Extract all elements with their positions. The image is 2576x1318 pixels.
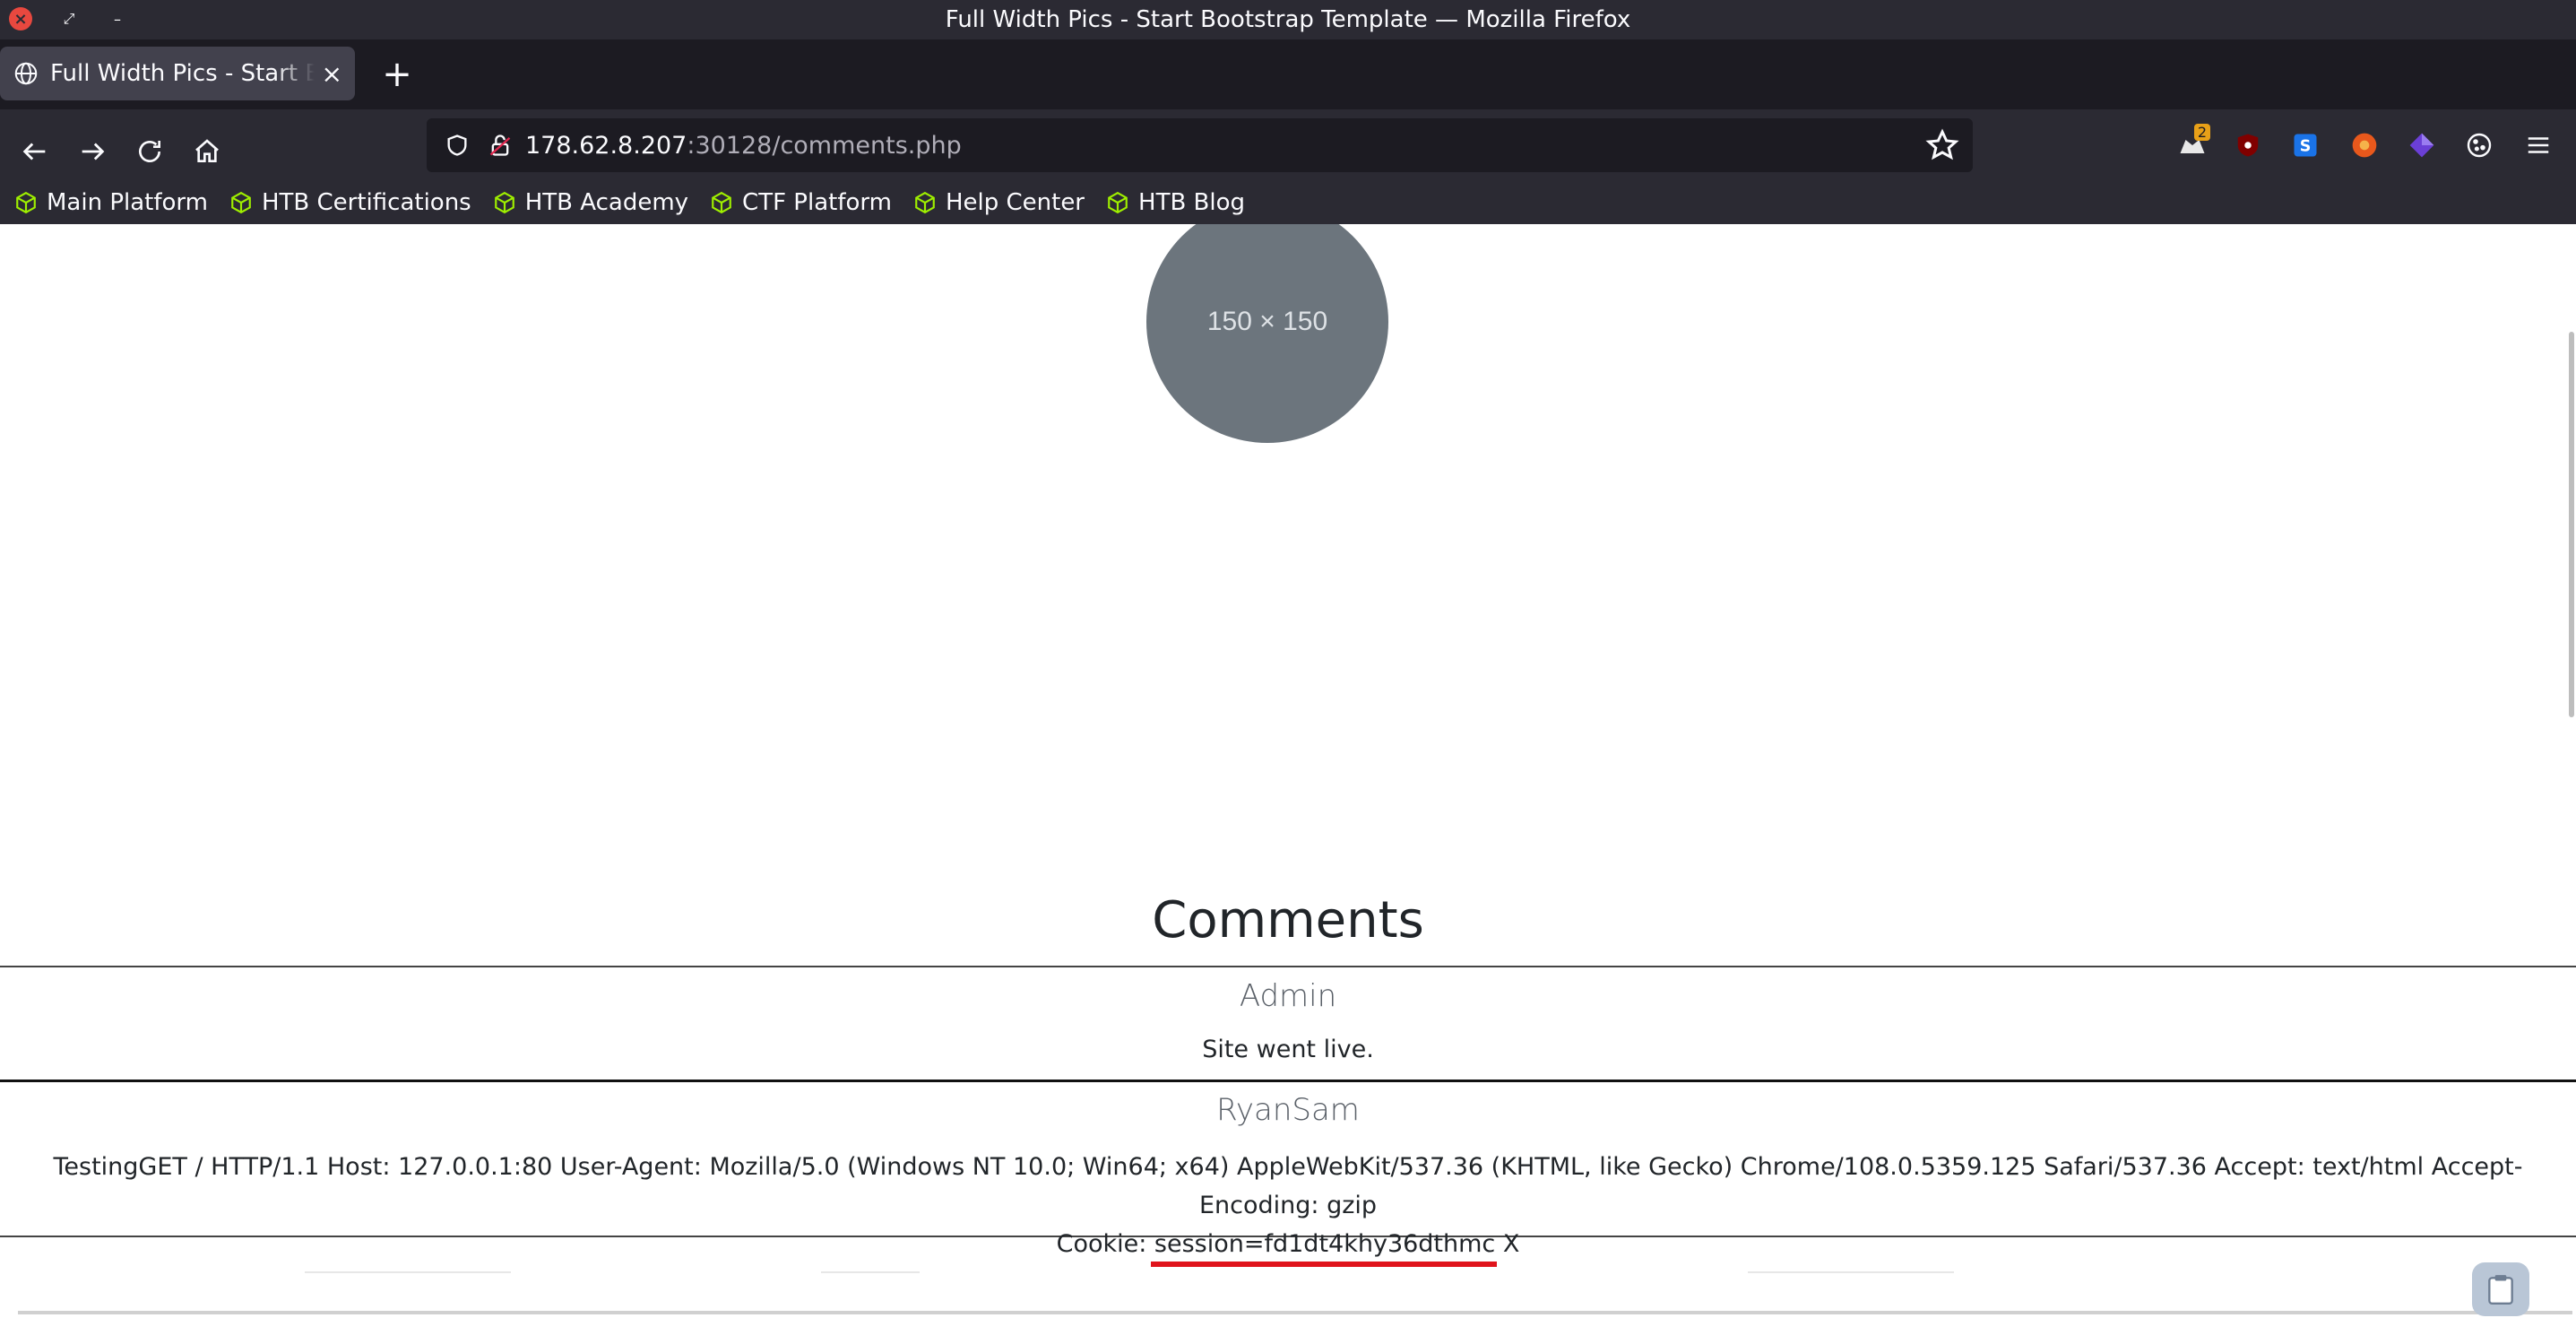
- comment-body-line: Cookie: session=fd1dt4khy36dthmc X: [2, 1225, 2574, 1263]
- bookmark-label: HTB Certifications: [261, 189, 471, 216]
- back-button[interactable]: [13, 129, 57, 174]
- faint-divider: [821, 1271, 920, 1273]
- s-badge-icon: S: [2294, 134, 2317, 157]
- window-close-button[interactable]: ×: [9, 7, 32, 30]
- comment-body: TestingGET / HTTP/1.1 Host: 127.0.0.1:80…: [0, 1148, 2576, 1263]
- window-minimize-button[interactable]: –: [106, 7, 129, 30]
- htb-cube-icon: [494, 191, 514, 214]
- window-title: Full Width Pics - Start Bootstrap Templa…: [945, 6, 1631, 33]
- window-titlebar: × ⤢ – Full Width Pics - Start Bootstrap …: [0, 0, 2576, 39]
- bookmark-htb-academy[interactable]: HTB Academy: [493, 189, 688, 216]
- bookmark-htb-blog[interactable]: HTB Blog: [1106, 189, 1245, 216]
- cube-icon: [2409, 133, 2434, 158]
- bookmark-help-center[interactable]: Help Center: [913, 189, 1085, 216]
- window-maximize-button[interactable]: ⤢: [57, 7, 81, 30]
- forward-button[interactable]: [70, 129, 115, 174]
- extension-foxyproxy-button[interactable]: 2: [2173, 124, 2212, 165]
- bookmark-star-icon[interactable]: [1924, 127, 1960, 163]
- url-host: 178.62.8.207: [525, 131, 687, 160]
- tab-bar: Full Width Pics - Start Bootstrap Templa…: [0, 39, 2576, 109]
- bookmark-htb-certifications[interactable]: HTB Certifications: [229, 189, 471, 216]
- tab-active[interactable]: Full Width Pics - Start Bootstrap Templa…: [0, 47, 355, 100]
- wappalyzer-icon: [2352, 133, 2377, 158]
- bookmark-main-platform[interactable]: Main Platform: [14, 189, 208, 216]
- extension-ublock-button[interactable]: [2228, 126, 2268, 165]
- scrollbar-track[interactable]: [18, 1311, 2572, 1314]
- htb-cube-icon: [16, 191, 36, 214]
- comment-trailing-text: X: [1495, 1230, 1520, 1258]
- avatar-placeholder-image: 150 × 150: [1146, 224, 1388, 443]
- new-tab-button[interactable]: +: [375, 52, 419, 97]
- bookmark-label: Main Platform: [47, 189, 208, 216]
- session-cookie-highlight: session=fd1dt4khy36dthmc: [1154, 1230, 1496, 1258]
- vertical-scrollbar[interactable]: [2569, 332, 2574, 717]
- comment-body-line: TestingGET / HTTP/1.1 Host: 127.0.0.1:80…: [53, 1153, 2523, 1219]
- tab-title: Full Width Pics - Start Bootstrap Templa…: [50, 60, 315, 87]
- comment-author: RyanSam: [1216, 1092, 1360, 1128]
- reload-icon: [139, 141, 160, 162]
- comment-author: Admin: [1239, 978, 1337, 1014]
- insecure-lock-icon[interactable]: [482, 127, 518, 163]
- cookie-label: Cookie:: [1056, 1230, 1154, 1258]
- faint-divider: [1748, 1271, 1954, 1273]
- page-viewport: 150 × 150 Comments Admin Site went live.…: [0, 224, 2576, 1318]
- htb-cube-icon: [1108, 191, 1128, 214]
- home-icon: [195, 139, 219, 162]
- extension-purple-button[interactable]: [2402, 126, 2442, 165]
- htb-cube-icon: [231, 191, 251, 214]
- faint-divider: [305, 1271, 511, 1273]
- horizontal-scrollbar[interactable]: [0, 1307, 2576, 1318]
- arrow-left-icon: [22, 143, 46, 160]
- comment-body: Site went live.: [1202, 1036, 1374, 1063]
- comment-item: Admin Site went live.: [0, 966, 2576, 1082]
- globe-icon: [14, 62, 38, 85]
- app-menu-button[interactable]: [2519, 126, 2558, 165]
- comment-item: RyanSam TestingGET / HTTP/1.1 Host: 127.…: [0, 1081, 2576, 1258]
- bookmark-ctf-platform[interactable]: CTF Platform: [710, 189, 892, 216]
- bookmark-label: HTB Academy: [524, 189, 689, 216]
- htb-cube-icon: [712, 191, 731, 214]
- comments-heading: Comments: [1152, 891, 1424, 949]
- bookmark-label: HTB Blog: [1138, 189, 1246, 216]
- arrow-right-icon: [82, 143, 105, 160]
- extension-s-button[interactable]: S: [2286, 126, 2325, 165]
- bookmark-label: Help Center: [945, 189, 1085, 216]
- clipboard-icon[interactable]: [2472, 1262, 2529, 1316]
- bookmark-label: CTF Platform: [742, 189, 892, 216]
- shield-icon[interactable]: [439, 127, 475, 163]
- extension-badge: 2: [2193, 124, 2210, 141]
- url-path: :30128/comments.php: [687, 131, 962, 160]
- reload-button[interactable]: [127, 129, 172, 174]
- ublock-shield-icon: [2237, 134, 2259, 157]
- placeholder-text: 150 × 150: [1206, 307, 1328, 336]
- svg-text:S: S: [2300, 137, 2312, 155]
- home-button[interactable]: [185, 129, 229, 174]
- url-bar[interactable]: 178.62.8.207:30128/comments.php: [427, 118, 1973, 172]
- extension-cookie-button[interactable]: [2459, 126, 2499, 165]
- cookie-icon: [2467, 133, 2492, 158]
- extension-orange-button[interactable]: [2345, 126, 2384, 165]
- bookmarks-toolbar: Main Platform HTB Certifications HTB Aca…: [0, 181, 2576, 224]
- tab-close-icon[interactable]: ×: [322, 59, 342, 89]
- hamburger-menu-icon: [2528, 137, 2549, 153]
- htb-cube-icon: [915, 191, 935, 214]
- window-controls: × ⤢ –: [9, 7, 129, 30]
